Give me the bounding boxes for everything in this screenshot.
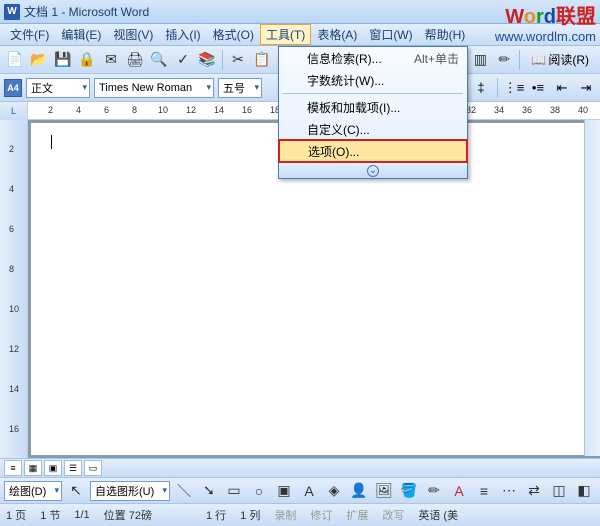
- view-buttons-bar: ≡ ▦ ▣ ☰ ▭: [0, 458, 600, 478]
- cut-icon[interactable]: ✂: [227, 49, 249, 71]
- normal-view-icon[interactable]: ≡: [4, 460, 22, 476]
- menu-item-research[interactable]: 信息检索(R)...Alt+单击: [279, 47, 467, 69]
- drawing-toolbar: 绘图(D) ↖ 自选图形(U) ＼ ➘ ▭ ○ ▣ A ◈ 👤 🖼 🪣 ✏ A …: [0, 478, 600, 504]
- menu-expand[interactable]: ⌄: [279, 162, 467, 178]
- menu-view[interactable]: 视图(V): [107, 24, 159, 45]
- bullet-list-icon[interactable]: •≡: [528, 78, 548, 98]
- arrow-icon[interactable]: ➘: [198, 480, 220, 502]
- shadow-icon[interactable]: ◫: [548, 480, 570, 502]
- status-lang[interactable]: 英语 (美: [418, 507, 458, 523]
- diagram-icon[interactable]: ◈: [323, 480, 345, 502]
- outline-view-icon[interactable]: ☰: [64, 460, 82, 476]
- clipart-icon[interactable]: 👤: [348, 480, 370, 502]
- permission-icon[interactable]: 🔒: [76, 49, 98, 71]
- preview-icon[interactable]: 🔍: [148, 49, 170, 71]
- read-button[interactable]: 📖 阅读(R): [524, 49, 596, 71]
- font-color-icon[interactable]: A: [448, 480, 470, 502]
- status-pages: 1/1: [74, 509, 89, 521]
- rect-icon[interactable]: ▭: [223, 480, 245, 502]
- picture-icon[interactable]: 🖼: [373, 480, 395, 502]
- size-combo[interactable]: 五号: [218, 78, 262, 98]
- dash-style-icon[interactable]: ⋯: [498, 480, 520, 502]
- status-column: 1 列: [240, 507, 260, 523]
- save-icon[interactable]: 💾: [52, 49, 74, 71]
- status-page: 1 页: [6, 507, 26, 523]
- new-icon[interactable]: 📄: [4, 49, 26, 71]
- menu-edit[interactable]: 编辑(E): [55, 24, 107, 45]
- vertical-scrollbar[interactable]: [584, 120, 600, 456]
- research-icon[interactable]: 📚: [196, 49, 218, 71]
- columns-icon[interactable]: ▥: [469, 49, 491, 71]
- numbered-list-icon[interactable]: ⋮≡: [504, 78, 524, 98]
- oval-icon[interactable]: ○: [248, 480, 270, 502]
- watermark: Word联盟 www.wordlm.com: [495, 0, 596, 44]
- separator: [222, 50, 223, 70]
- print-icon[interactable]: 🖨: [124, 49, 146, 71]
- line-color-icon[interactable]: ✏: [423, 480, 445, 502]
- menu-help[interactable]: 帮助(H): [419, 24, 472, 45]
- status-rev[interactable]: 修订: [310, 507, 332, 523]
- status-section: 1 节: [40, 507, 60, 523]
- indent-icon[interactable]: ⇥: [576, 78, 596, 98]
- ruler-corner: L: [0, 102, 28, 120]
- text-cursor: [51, 135, 52, 149]
- menu-item-customize[interactable]: 自定义(C)...: [279, 118, 467, 140]
- font-combo[interactable]: Times New Roman: [94, 78, 214, 98]
- separator: [283, 93, 463, 94]
- menu-insert[interactable]: 插入(I): [159, 24, 206, 45]
- status-ext[interactable]: 扩展: [346, 507, 368, 523]
- separator: [519, 50, 520, 70]
- style-combo[interactable]: 正文: [26, 78, 90, 98]
- statusbar: 1 页 1 节 1/1 位置 72磅 1 行 1 列 录制 修订 扩展 改写 英…: [0, 504, 600, 526]
- status-rec[interactable]: 录制: [274, 507, 296, 523]
- web-view-icon[interactable]: ▦: [24, 460, 42, 476]
- 3d-icon[interactable]: ◧: [573, 480, 595, 502]
- draw-menu[interactable]: 绘图(D): [4, 481, 62, 501]
- status-ovr[interactable]: 改写: [382, 507, 404, 523]
- line-style-icon[interactable]: ≡: [473, 480, 495, 502]
- arrow-style-icon[interactable]: ⇄: [523, 480, 545, 502]
- chevron-down-icon: ⌄: [367, 165, 379, 177]
- open-icon[interactable]: 📂: [28, 49, 50, 71]
- autoshapes-menu[interactable]: 自选图形(U): [90, 481, 170, 501]
- tools-dropdown: 信息检索(R)...Alt+单击 字数统计(W)... 模板和加载项(I)...…: [278, 46, 468, 179]
- line-spacing-icon[interactable]: ‡: [471, 78, 491, 98]
- menu-item-wordcount[interactable]: 字数统计(W)...: [279, 69, 467, 91]
- line-icon[interactable]: ＼: [173, 480, 195, 502]
- window-title: 文档 1 - Microsoft Word: [24, 3, 149, 20]
- menu-tools[interactable]: 工具(T): [260, 24, 311, 45]
- reading-view-icon[interactable]: ▭: [84, 460, 102, 476]
- menu-item-options[interactable]: 选项(O)...: [278, 139, 468, 163]
- menu-table[interactable]: 表格(A): [311, 24, 363, 45]
- fill-color-icon[interactable]: 🪣: [398, 480, 420, 502]
- style-pane-icon[interactable]: A4: [4, 79, 22, 97]
- spell-icon[interactable]: ✓: [172, 49, 194, 71]
- mail-icon[interactable]: ✉: [100, 49, 122, 71]
- textbox-icon[interactable]: ▣: [273, 480, 295, 502]
- menu-format[interactable]: 格式(O): [207, 24, 260, 45]
- status-line: 1 行: [206, 507, 226, 523]
- status-position: 位置 72磅: [104, 507, 152, 523]
- select-icon[interactable]: ↖: [65, 480, 87, 502]
- outdent-icon[interactable]: ⇤: [552, 78, 572, 98]
- word-app-icon: W: [4, 4, 20, 20]
- copy-icon[interactable]: 📋: [251, 49, 273, 71]
- print-view-icon[interactable]: ▣: [44, 460, 62, 476]
- menu-window[interactable]: 窗口(W): [363, 24, 418, 45]
- wordart-icon[interactable]: A: [298, 480, 320, 502]
- vertical-ruler[interactable]: 246810121416: [0, 120, 28, 458]
- separator: [497, 78, 498, 98]
- drawing-icon[interactable]: ✏: [493, 49, 515, 71]
- menu-file[interactable]: 文件(F): [4, 24, 55, 45]
- menu-item-templates[interactable]: 模板和加载项(I)...: [279, 96, 467, 118]
